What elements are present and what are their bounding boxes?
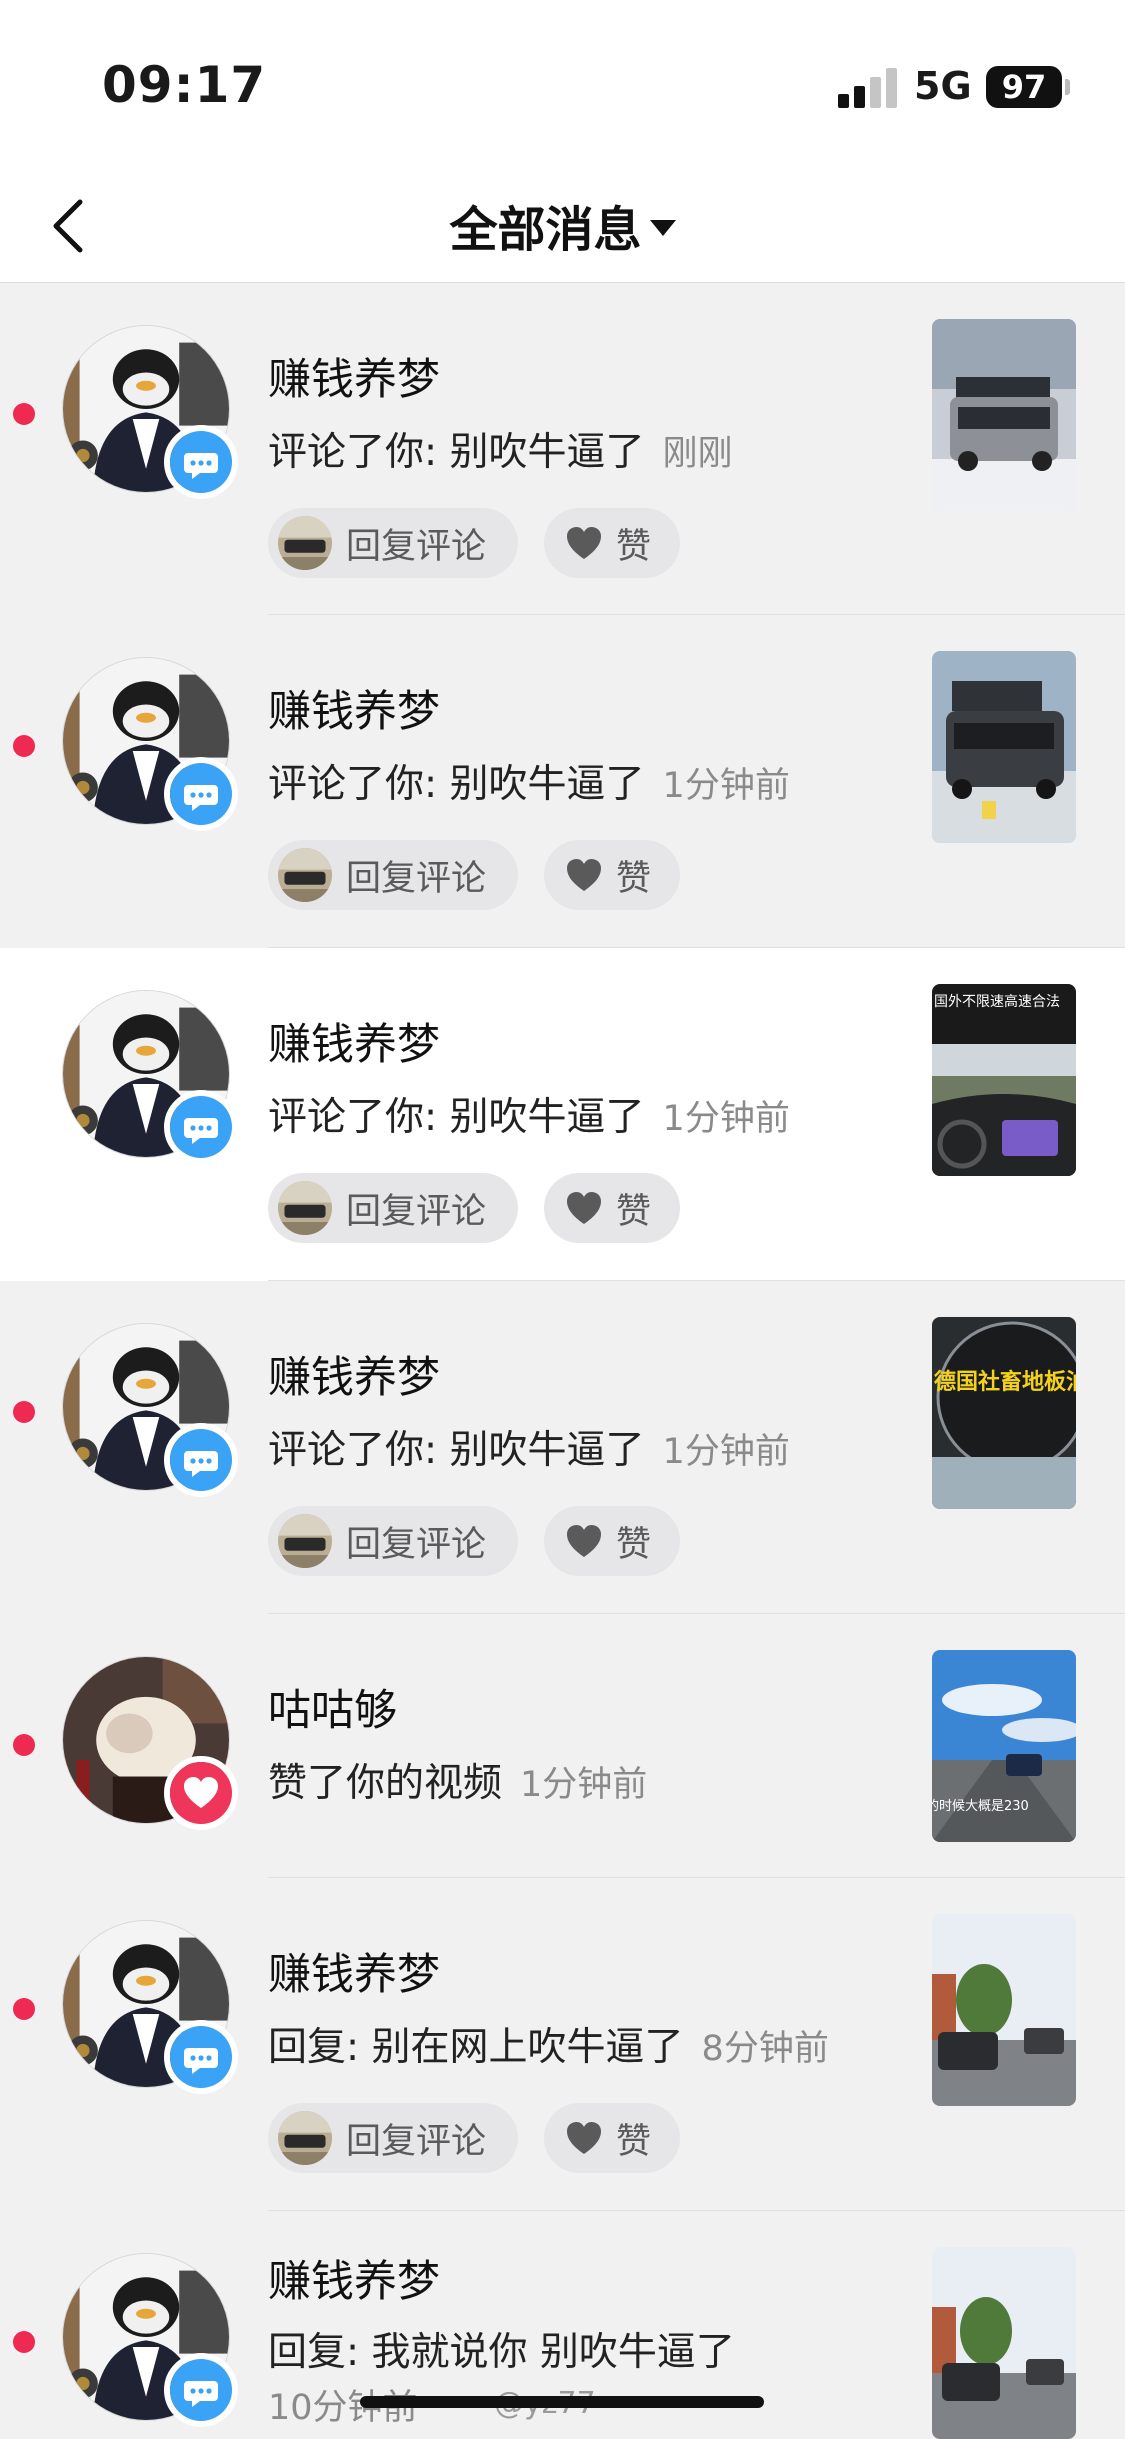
unread-dot xyxy=(13,1998,35,2020)
reply-comment-button[interactable]: 回复评论 xyxy=(268,508,518,578)
video-mini-thumb xyxy=(278,848,332,902)
video-thumbnail[interactable] xyxy=(932,319,1076,511)
message-text: 评论了你: 别吹牛逼了 1分钟前 xyxy=(268,1086,790,1142)
comment-badge-icon xyxy=(164,2020,238,2094)
comment-badge-icon xyxy=(164,425,238,499)
user-name[interactable]: 咕咕够 xyxy=(268,1676,397,1738)
heart-icon xyxy=(566,858,602,892)
user-name[interactable]: 赚钱养梦 xyxy=(268,345,440,407)
video-mini-thumb xyxy=(278,516,332,570)
reply-comment-button[interactable]: 回复评论 xyxy=(268,840,518,910)
thumbnail-caption: 的时候大概是230 xyxy=(932,1798,1029,1814)
unread-dot xyxy=(13,403,35,425)
status-bar: 09:17 5G 97 xyxy=(0,0,1125,170)
action-text: 赞了你的视频 xyxy=(268,1761,503,1806)
list-item[interactable]: 咕咕够 赞了你的视频 1分钟前 的时候大概是230 xyxy=(0,1614,1125,1878)
video-thumbnail[interactable]: 国外不限速高速合法 xyxy=(932,984,1076,1176)
reply-label: 回复评论 xyxy=(346,1191,487,1232)
time-ago: 1分钟前 xyxy=(662,1099,790,1139)
like-label: 赞 xyxy=(616,526,652,567)
battery-level: 97 xyxy=(1001,68,1047,106)
user-name[interactable]: 赚钱养梦 xyxy=(268,1010,440,1072)
message-text: 评论了你: 别吹牛逼了 1分钟前 xyxy=(268,1419,790,1475)
user-name[interactable]: 赚钱养梦 xyxy=(268,1940,440,2002)
time-ago: 1分钟前 xyxy=(520,1765,648,1805)
reply-comment-button[interactable]: 回复评论 xyxy=(268,1506,518,1576)
reply-label: 回复评论 xyxy=(346,1524,487,1565)
user-name[interactable]: 赚钱养梦 xyxy=(268,2247,440,2309)
nav-header: 全部消息 xyxy=(0,170,1125,283)
action-text: 回复: 别在网上吹牛逼了 xyxy=(268,2025,684,2070)
list-item[interactable]: 赚钱养梦 评论了你: 别吹牛逼了 1分钟前 回复评论 赞 国外不限速高速合法 xyxy=(0,948,1125,1281)
battery-tip xyxy=(1065,79,1070,95)
message-text: 回复: 我就说你 别吹牛逼了 xyxy=(268,2330,735,2375)
message-text: 回复: 别在网上吹牛逼了 8分钟前 xyxy=(268,2016,829,2072)
caret-down-icon xyxy=(649,220,676,236)
like-label: 赞 xyxy=(616,2121,652,2162)
heart-icon xyxy=(566,1191,602,1225)
network-type: 5G xyxy=(914,64,972,108)
comment-badge-icon xyxy=(164,2353,238,2427)
video-thumbnail[interactable]: 德国社畜地板油通勤日 xyxy=(932,1317,1076,1509)
like-label: 赞 xyxy=(616,858,652,899)
comment-badge-icon xyxy=(164,757,238,831)
status-time: 09:17 xyxy=(102,56,267,114)
video-mini-thumb xyxy=(278,1181,332,1235)
comment-badge-icon xyxy=(164,1423,238,1497)
reply-label: 回复评论 xyxy=(346,526,487,567)
unread-dot xyxy=(13,1734,35,1756)
unread-dot xyxy=(13,2331,35,2353)
like-button[interactable]: 赞 xyxy=(544,1173,680,1243)
time-ago: 1分钟前 xyxy=(662,766,790,806)
page-title: 全部消息 xyxy=(449,202,642,258)
heart-icon xyxy=(566,526,602,560)
list-item[interactable]: 赚钱养梦 回复: 别在网上吹牛逼了 8分钟前 回复评论 赞 xyxy=(0,1878,1125,2211)
unread-dot xyxy=(13,735,35,757)
message-list: 赚钱养梦 评论了你: 别吹牛逼了 刚刚 回复评论 赞 赚钱养梦 评论了你: 别吹… xyxy=(0,283,1125,2439)
battery-icon: 97 xyxy=(986,66,1062,108)
list-item[interactable]: 赚钱养梦 评论了你: 别吹牛逼了 1分钟前 回复评论 赞 xyxy=(0,615,1125,948)
reply-comment-button[interactable]: 回复评论 xyxy=(268,2103,518,2173)
list-item[interactable]: 赚钱养梦 评论了你: 别吹牛逼了 1分钟前 回复评论 赞 德国社畜地板油通勤日 xyxy=(0,1281,1125,1614)
message-text: 评论了你: 别吹牛逼了 1分钟前 xyxy=(268,753,790,809)
message-text: 评论了你: 别吹牛逼了 刚刚 xyxy=(268,421,733,477)
video-thumbnail[interactable] xyxy=(932,2247,1076,2439)
heart-icon xyxy=(566,1524,602,1558)
like-button[interactable]: 赞 xyxy=(544,840,680,910)
home-indicator[interactable] xyxy=(360,2396,764,2408)
signal-icon xyxy=(838,68,897,108)
video-thumbnail[interactable] xyxy=(932,651,1076,843)
comment-badge-icon xyxy=(164,1090,238,1164)
action-text: 评论了你: 别吹牛逼了 xyxy=(268,1095,645,1140)
video-mini-thumb xyxy=(278,2111,332,2165)
time-ago: 刚刚 xyxy=(662,434,733,474)
list-item[interactable]: 赚钱养梦 评论了你: 别吹牛逼了 刚刚 回复评论 赞 xyxy=(0,283,1125,615)
like-button[interactable]: 赞 xyxy=(544,508,680,578)
reply-label: 回复评论 xyxy=(346,2121,487,2162)
user-name[interactable]: 赚钱养梦 xyxy=(268,677,440,739)
thumbnail-caption: 德国社畜地板油通勤日 xyxy=(934,1369,1076,1395)
reply-label: 回复评论 xyxy=(346,858,487,899)
heart-icon xyxy=(566,2121,602,2155)
message-text: 赞了你的视频 1分钟前 xyxy=(268,1752,647,1808)
title-dropdown[interactable]: 全部消息 xyxy=(0,180,1125,270)
like-button[interactable]: 赞 xyxy=(544,1506,680,1576)
video-thumbnail[interactable] xyxy=(932,1914,1076,2106)
video-mini-thumb xyxy=(278,1514,332,1568)
video-thumbnail[interactable]: 的时候大概是230 xyxy=(932,1650,1076,1842)
action-text: 评论了你: 别吹牛逼了 xyxy=(268,762,645,807)
unread-dot xyxy=(13,1401,35,1423)
user-name[interactable]: 赚钱养梦 xyxy=(268,1343,440,1405)
action-text: 评论了你: 别吹牛逼了 xyxy=(268,430,645,475)
like-label: 赞 xyxy=(616,1524,652,1565)
like-label: 赞 xyxy=(616,1191,652,1232)
like-badge-icon xyxy=(164,1756,238,1830)
like-button[interactable]: 赞 xyxy=(544,2103,680,2173)
thumbnail-caption: 国外不限速高速合法 xyxy=(934,993,1060,1010)
time-ago: 8分钟前 xyxy=(701,2029,829,2069)
action-text: 评论了你: 别吹牛逼了 xyxy=(268,1428,645,1473)
time-ago: 10分钟前 xyxy=(268,2388,418,2428)
reply-comment-button[interactable]: 回复评论 xyxy=(268,1173,518,1243)
time-ago: 1分钟前 xyxy=(662,1432,790,1472)
